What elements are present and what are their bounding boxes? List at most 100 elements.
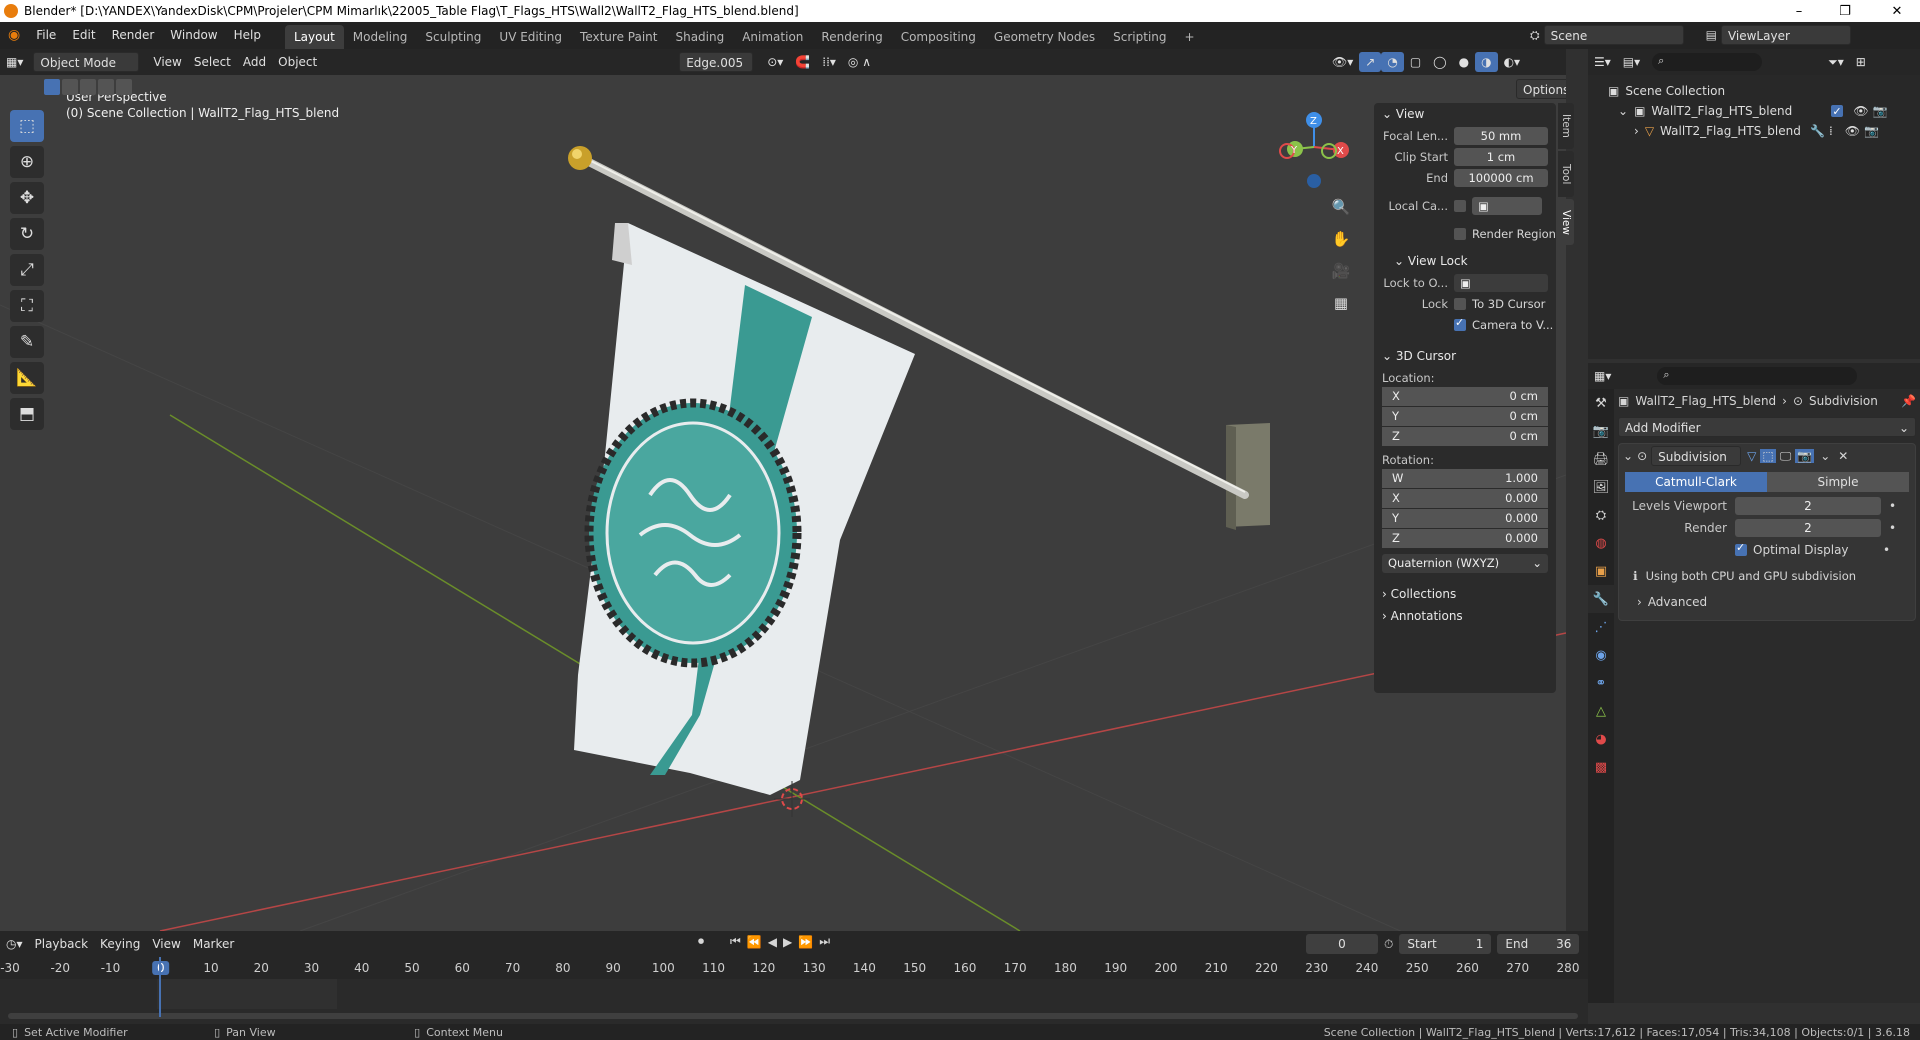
camera-to-view-checkbox[interactable] (1454, 316, 1466, 331)
camera-icon[interactable]: 📷 (1864, 121, 1879, 141)
outliner-collection[interactable]: WallT2_Flag_HTS_blend (1651, 101, 1831, 121)
timeline-scrollbar[interactable] (8, 1013, 1578, 1019)
menu-help[interactable]: Help (226, 22, 269, 49)
ortho-grid-icon[interactable]: ▦ (1326, 288, 1356, 318)
3d-cursor-header[interactable]: ⌄ 3D Cursor (1374, 345, 1556, 367)
menu-edit[interactable]: Edit (64, 22, 103, 49)
tab-view[interactable]: View (1558, 199, 1574, 245)
pin-icon[interactable]: 📌 (1901, 394, 1916, 408)
cage-icon[interactable]: ⬚ (1760, 449, 1776, 463)
add-workspace-button[interactable]: + (1176, 25, 1204, 49)
viewport-display-icon[interactable]: 🖵 (1780, 449, 1792, 464)
view-layer-props-icon[interactable]: 🖼 (1588, 473, 1614, 501)
menu-view[interactable]: View (147, 52, 187, 72)
focal-length-field[interactable]: 50 mm (1454, 127, 1548, 145)
menu-marker[interactable]: Marker (187, 934, 240, 954)
tab-animation[interactable]: Animation (733, 25, 812, 49)
zoom-icon[interactable]: 🔍 (1326, 192, 1356, 222)
lock-to-cursor-checkbox[interactable] (1454, 298, 1466, 310)
texture-props-icon[interactable]: ▩ (1588, 753, 1614, 781)
tab-layout[interactable]: Layout (284, 24, 344, 49)
cursor-rotation-w[interactable]: W 1.000 (1382, 469, 1548, 488)
eye-icon[interactable]: 👁 (1853, 101, 1868, 121)
data-props-icon[interactable]: △ (1588, 697, 1614, 725)
camera-view-icon[interactable]: 🎥 (1326, 256, 1356, 286)
visibility-icon[interactable]: 👁▾ (1326, 52, 1359, 72)
cursor-location-z[interactable]: Z 0 cm (1382, 427, 1548, 446)
clip-start-field[interactable]: 1 cm (1454, 148, 1548, 166)
menu-keying[interactable]: Keying (94, 934, 146, 954)
keyframe-dot-icon[interactable]: • (1889, 521, 1896, 535)
advanced-section[interactable]: Advanced (1648, 595, 1707, 609)
keyframe-dot-icon[interactable]: • (1883, 543, 1890, 557)
jump-end-icon[interactable]: ⏭ (819, 934, 830, 949)
menu-object[interactable]: Object (272, 52, 323, 72)
world-props-icon[interactable]: ◍ (1588, 529, 1614, 557)
levels-viewport-field[interactable]: 2 (1735, 497, 1881, 515)
move-tool-icon[interactable]: ✥ (10, 182, 44, 214)
shading-rendered-icon[interactable]: ◐▾ (1498, 52, 1527, 72)
camera-icon[interactable]: 📷 (1873, 101, 1888, 121)
rotation-mode-dropdown[interactable]: Quaternion (WXYZ) ⌄ (1382, 554, 1548, 573)
active-object-field[interactable]: Edge.005 (679, 52, 754, 72)
timeline-ruler[interactable]: -30-20-100102030405060708090100110120130… (0, 957, 1588, 979)
tab-modeling[interactable]: Modeling (344, 25, 417, 49)
tab-sculpting[interactable]: Sculpting (416, 25, 490, 49)
modifier-menu-icon[interactable]: ⌄ (1820, 449, 1830, 463)
output-props-icon[interactable]: 🖨 (1588, 445, 1614, 473)
playhead-line[interactable] (159, 957, 161, 1017)
menu-window[interactable]: Window (162, 22, 225, 49)
blender-menu-icon[interactable]: ◉ (0, 22, 28, 49)
proportional-edit-icon[interactable]: ◎ ∧ (842, 52, 877, 72)
tab-compositing[interactable]: Compositing (892, 25, 985, 49)
current-frame-field[interactable]: 0 (1306, 934, 1378, 954)
add-modifier-dropdown[interactable]: Add Modifier ⌄ (1618, 417, 1916, 437)
shading-material-icon[interactable]: ◑ (1475, 52, 1498, 72)
transform-tool-icon[interactable]: ⛶ (10, 290, 44, 322)
viewlayer-selector[interactable]: ViewLayer (1720, 25, 1851, 45)
keyframe-dot-icon[interactable]: • (1889, 499, 1896, 513)
menu-file[interactable]: File (28, 22, 64, 49)
tool-props-icon[interactable]: ⚒ (1588, 389, 1614, 417)
auto-keying-icon[interactable]: ⏺ (698, 934, 704, 949)
rotate-tool-icon[interactable]: ↻ (10, 218, 44, 250)
stopwatch-icon[interactable]: ⏱ (1384, 937, 1393, 952)
render-levels-field[interactable]: 2 (1735, 519, 1881, 537)
snap-target-icon[interactable]: ⁞⁞▾ (816, 52, 842, 72)
properties-editor-type-icon[interactable]: ▦▾ (1588, 366, 1617, 386)
select-extend-icon[interactable] (62, 79, 78, 95)
outliner-editor-type-icon[interactable]: ☰▾ (1588, 52, 1617, 72)
restore-button[interactable]: ❐ (1822, 0, 1868, 22)
exclude-checkbox[interactable] (1831, 102, 1844, 122)
view-lock-header[interactable]: ⌄ View Lock (1374, 250, 1556, 272)
eye-icon[interactable]: 👁 (1845, 121, 1860, 141)
timeline-editor-type-icon[interactable]: ◷▾ (0, 934, 29, 954)
catmull-clark-button[interactable]: Catmull-Clark (1625, 472, 1767, 492)
timeline-track[interactable] (0, 979, 1588, 1024)
xray-icon[interactable]: ▢ (1404, 52, 1427, 72)
cursor-rotation-x[interactable]: X 0.000 (1382, 489, 1548, 508)
close-window-button[interactable]: ✕ (1874, 0, 1920, 22)
particle-props-icon[interactable]: ⋰ (1588, 613, 1614, 641)
cursor-rotation-z[interactable]: Z 0.000 (1382, 529, 1548, 548)
cursor-location-y[interactable]: Y 0 cm (1382, 407, 1548, 426)
tab-geometry-nodes[interactable]: Geometry Nodes (985, 25, 1104, 49)
simple-button[interactable]: Simple (1767, 472, 1909, 492)
options-button[interactable]: Options (1516, 79, 1566, 99)
optimal-display-checkbox[interactable] (1735, 541, 1747, 556)
tab-uv-editing[interactable]: UV Editing (490, 25, 571, 49)
gizmo-neg-z-icon[interactable] (1307, 174, 1321, 188)
local-camera-field[interactable]: ▣ (1472, 197, 1542, 215)
cursor-location-x[interactable]: X 0 cm (1382, 387, 1548, 406)
outliner-scene-collection[interactable]: Scene Collection (1625, 81, 1725, 101)
scene-props-icon[interactable]: ⛭ (1588, 501, 1614, 529)
tab-rendering[interactable]: Rendering (812, 25, 891, 49)
prev-keyframe-icon[interactable]: ⏪ (747, 935, 762, 949)
cursor-rotation-y[interactable]: Y 0.000 (1382, 509, 1548, 528)
clip-end-field[interactable]: 100000 cm (1454, 169, 1548, 187)
menu-timeline-view[interactable]: View (146, 934, 186, 954)
menu-add[interactable]: Add (237, 52, 272, 72)
scene-selector[interactable]: Scene (1543, 25, 1684, 45)
tab-tool[interactable]: Tool (1558, 151, 1574, 197)
expand-arrow-icon[interactable]: › (1634, 121, 1639, 141)
